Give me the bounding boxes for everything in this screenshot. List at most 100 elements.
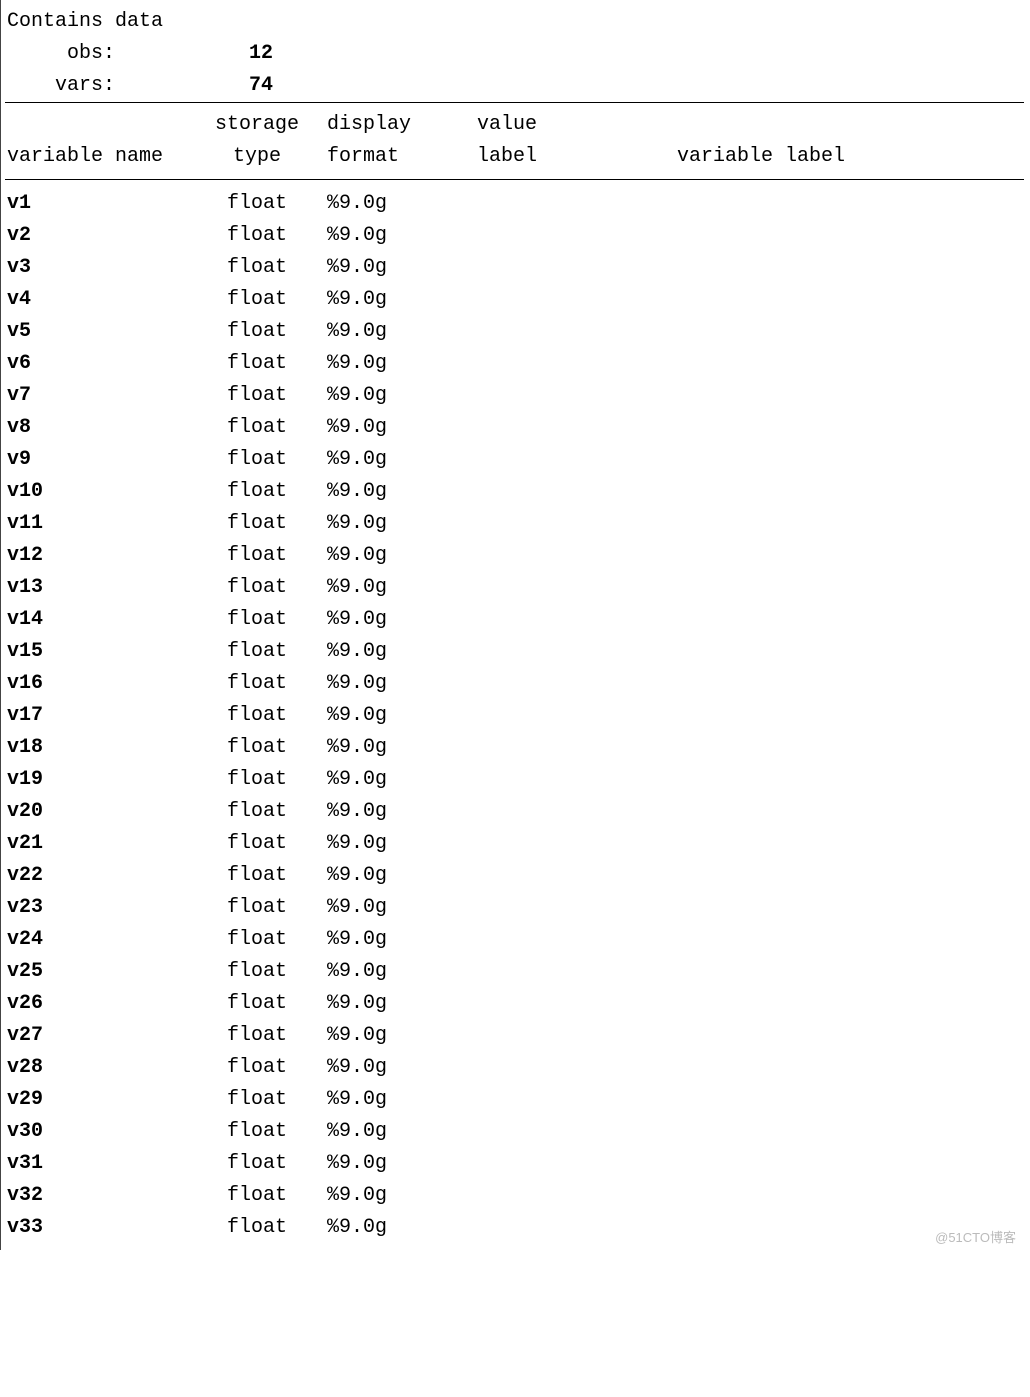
- var-vlab: [467, 284, 617, 316]
- var-type: float: [197, 860, 317, 892]
- var-vlab: [467, 252, 617, 284]
- variable-row: v24float%9.0g: [7, 924, 1024, 956]
- vars-value: 74: [123, 70, 273, 102]
- variable-row: v2float%9.0g: [7, 220, 1024, 252]
- var-vlab: [467, 1052, 617, 1084]
- var-fmt: %9.0g: [317, 220, 467, 252]
- var-type: float: [197, 540, 317, 572]
- var-lab: [617, 796, 1024, 828]
- var-vlab: [467, 956, 617, 988]
- var-name: v26: [7, 988, 197, 1020]
- var-name: v7: [7, 380, 197, 412]
- var-name: v1: [7, 188, 197, 220]
- var-type: float: [197, 252, 317, 284]
- var-name: v31: [7, 1148, 197, 1180]
- var-name: v19: [7, 764, 197, 796]
- variable-row: v21float%9.0g: [7, 828, 1024, 860]
- var-vlab: [467, 1180, 617, 1212]
- var-name: v14: [7, 604, 197, 636]
- var-name: v3: [7, 252, 197, 284]
- var-lab: [617, 988, 1024, 1020]
- var-lab: [617, 540, 1024, 572]
- var-vlab: [467, 220, 617, 252]
- var-fmt: %9.0g: [317, 828, 467, 860]
- var-type: float: [197, 828, 317, 860]
- var-fmt: %9.0g: [317, 636, 467, 668]
- var-type: float: [197, 508, 317, 540]
- var-vlab: [467, 764, 617, 796]
- var-type: float: [197, 1180, 317, 1212]
- var-fmt: %9.0g: [317, 924, 467, 956]
- variable-row: v17float%9.0g: [7, 700, 1024, 732]
- var-lab: [617, 412, 1024, 444]
- variable-row: v11float%9.0g: [7, 508, 1024, 540]
- var-fmt: %9.0g: [317, 956, 467, 988]
- var-fmt: %9.0g: [317, 380, 467, 412]
- var-lab: [617, 444, 1024, 476]
- var-type: float: [197, 732, 317, 764]
- var-vlab: [467, 1148, 617, 1180]
- var-name: v29: [7, 1084, 197, 1116]
- variable-row: v31float%9.0g: [7, 1148, 1024, 1180]
- var-name: v30: [7, 1116, 197, 1148]
- var-name: v20: [7, 796, 197, 828]
- var-vlab: [467, 796, 617, 828]
- obs-line: obs: 12: [5, 38, 1024, 70]
- var-lab: [617, 476, 1024, 508]
- var-vlab: [467, 604, 617, 636]
- var-type: float: [197, 412, 317, 444]
- variable-row: v4float%9.0g: [7, 284, 1024, 316]
- var-type: float: [197, 188, 317, 220]
- var-lab: [617, 316, 1024, 348]
- var-name: v9: [7, 444, 197, 476]
- var-type: float: [197, 700, 317, 732]
- var-type: float: [197, 380, 317, 412]
- obs-label: obs:: [5, 38, 123, 70]
- variable-row: v6float%9.0g: [7, 348, 1024, 380]
- variable-row: v15float%9.0g: [7, 636, 1024, 668]
- var-fmt: %9.0g: [317, 988, 467, 1020]
- variable-row: v7float%9.0g: [7, 380, 1024, 412]
- variable-row: v29float%9.0g: [7, 1084, 1024, 1116]
- var-lab: [617, 860, 1024, 892]
- var-name: v21: [7, 828, 197, 860]
- var-name: v11: [7, 508, 197, 540]
- var-type: float: [197, 796, 317, 828]
- var-vlab: [467, 508, 617, 540]
- col-format-l1: display: [317, 109, 467, 141]
- var-name: v15: [7, 636, 197, 668]
- variable-rows: v1float%9.0gv2float%9.0gv3float%9.0gv4fl…: [5, 180, 1024, 1244]
- var-name: v24: [7, 924, 197, 956]
- var-fmt: %9.0g: [317, 284, 467, 316]
- variable-row: v26float%9.0g: [7, 988, 1024, 1020]
- var-lab: [617, 252, 1024, 284]
- var-fmt: %9.0g: [317, 316, 467, 348]
- var-vlab: [467, 348, 617, 380]
- variable-row: v25float%9.0g: [7, 956, 1024, 988]
- var-lab: [617, 348, 1024, 380]
- var-name: v32: [7, 1180, 197, 1212]
- var-type: float: [197, 1212, 317, 1244]
- var-name: v4: [7, 284, 197, 316]
- var-vlab: [467, 1084, 617, 1116]
- var-fmt: %9.0g: [317, 764, 467, 796]
- var-fmt: %9.0g: [317, 1212, 467, 1244]
- var-vlab: [467, 988, 617, 1020]
- var-fmt: %9.0g: [317, 668, 467, 700]
- var-fmt: %9.0g: [317, 796, 467, 828]
- var-name: v17: [7, 700, 197, 732]
- var-type: float: [197, 1148, 317, 1180]
- var-name: v33: [7, 1212, 197, 1244]
- var-type: float: [197, 316, 317, 348]
- obs-value: 12: [123, 38, 273, 70]
- var-fmt: %9.0g: [317, 892, 467, 924]
- col-name-l1: [7, 109, 197, 141]
- var-lab: [617, 188, 1024, 220]
- describe-output: Contains data obs: 12 vars: 74 storage d…: [0, 0, 1024, 1250]
- var-type: float: [197, 284, 317, 316]
- var-type: float: [197, 1084, 317, 1116]
- var-lab: [617, 572, 1024, 604]
- var-name: v27: [7, 1020, 197, 1052]
- col-label-l2: variable label: [617, 141, 1024, 173]
- var-lab: [617, 1148, 1024, 1180]
